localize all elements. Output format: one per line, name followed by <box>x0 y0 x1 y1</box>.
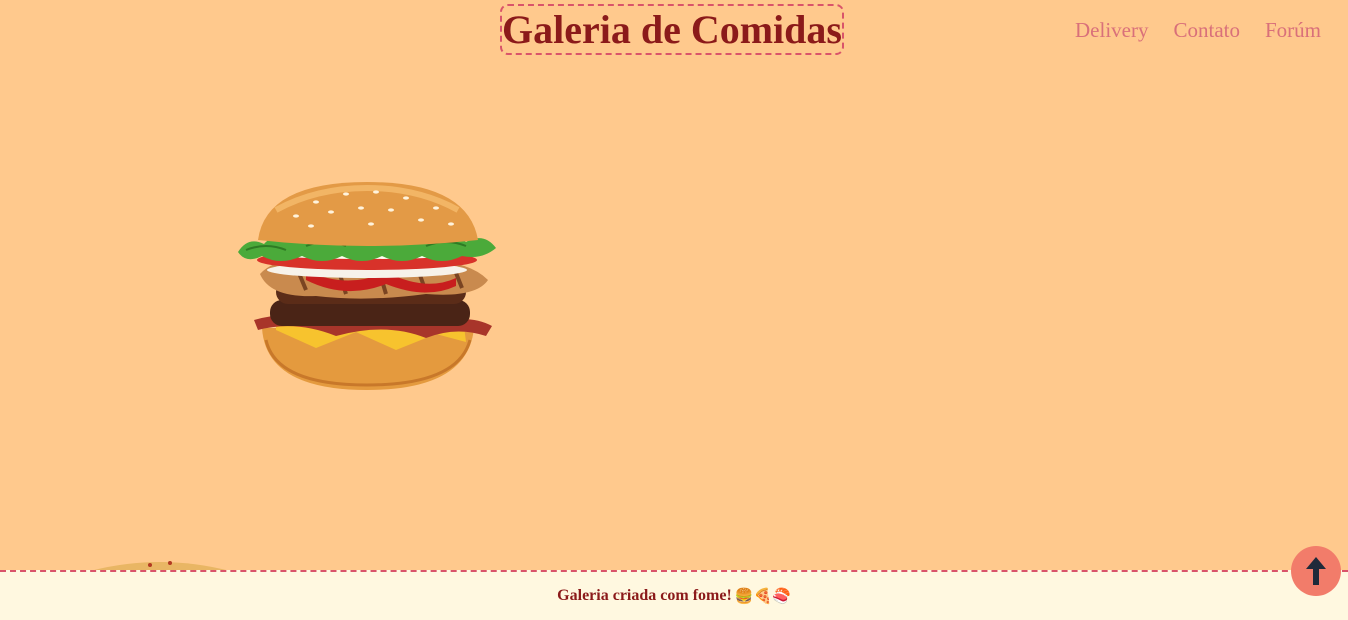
food-emojis: 🍔🍕🍣 <box>734 587 791 605</box>
back-to-top-button[interactable] <box>1291 546 1341 596</box>
page-title: Galeria de Comidas <box>500 4 844 55</box>
nav-link-delivery[interactable]: Delivery <box>1075 17 1148 43</box>
footer-text: Galeria criada com fome! <box>557 587 732 604</box>
nav-link-contato[interactable]: Contato <box>1173 17 1240 43</box>
footer: Galeria criada com fome! 🍔🍕🍣 <box>0 570 1348 620</box>
nav-link-forum[interactable]: Forúm <box>1265 17 1321 43</box>
arrow-up-icon <box>1306 557 1326 585</box>
main-nav: Delivery Contato Forúm <box>1075 17 1321 43</box>
burger-image[interactable] <box>236 180 498 394</box>
